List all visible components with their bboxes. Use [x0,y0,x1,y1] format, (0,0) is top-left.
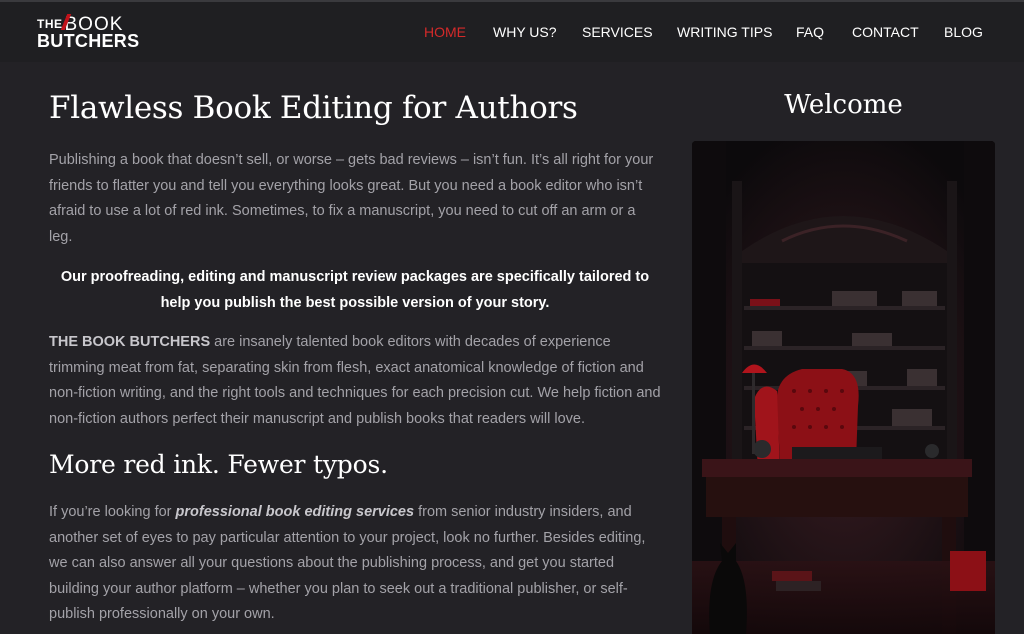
logo-butchers: BUTCHERS [37,31,140,51]
page-title: Flawless Book Editing for Authors [49,90,578,126]
nav-faq[interactable]: FAQ [796,24,824,40]
tagline: Our proofreading, editing and manuscript… [60,269,650,311]
nav-blog[interactable]: BLOG [944,24,983,40]
about-paragraph: THE BOOK BUTCHERS are insanely talented … [49,330,661,432]
services-text-pre: If you’re looking for [49,504,176,520]
study-room-illustration [692,141,995,634]
nav-why-us[interactable]: WHY US? [493,24,557,40]
welcome-heading: Welcome [784,90,903,120]
site-header: THE BOOK BUTCHERS HOME WHY US? SERVICES W… [0,0,1024,62]
section-subtitle: More red ink. Fewer typos. [49,450,388,479]
services-paragraph: If you’re looking for professional book … [49,500,661,628]
brand-name-strong: THE BOOK BUTCHERS [49,334,211,350]
study-room-image [692,141,995,634]
logo-the: THE [37,17,63,31]
services-text-post: from senior industry insiders, and anoth… [49,504,646,622]
nav-home[interactable]: HOME [424,24,466,40]
intro-paragraph: Publishing a book that doesn’t sell, or … [49,152,654,245]
nav-services[interactable]: SERVICES [582,24,653,40]
services-emphasis: professional book editing services [175,504,415,520]
nav-contact[interactable]: CONTACT [852,24,919,40]
site-logo[interactable]: THE BOOK BUTCHERS [37,14,140,51]
nav-writing-tips[interactable]: WRITING TIPS [677,24,772,40]
